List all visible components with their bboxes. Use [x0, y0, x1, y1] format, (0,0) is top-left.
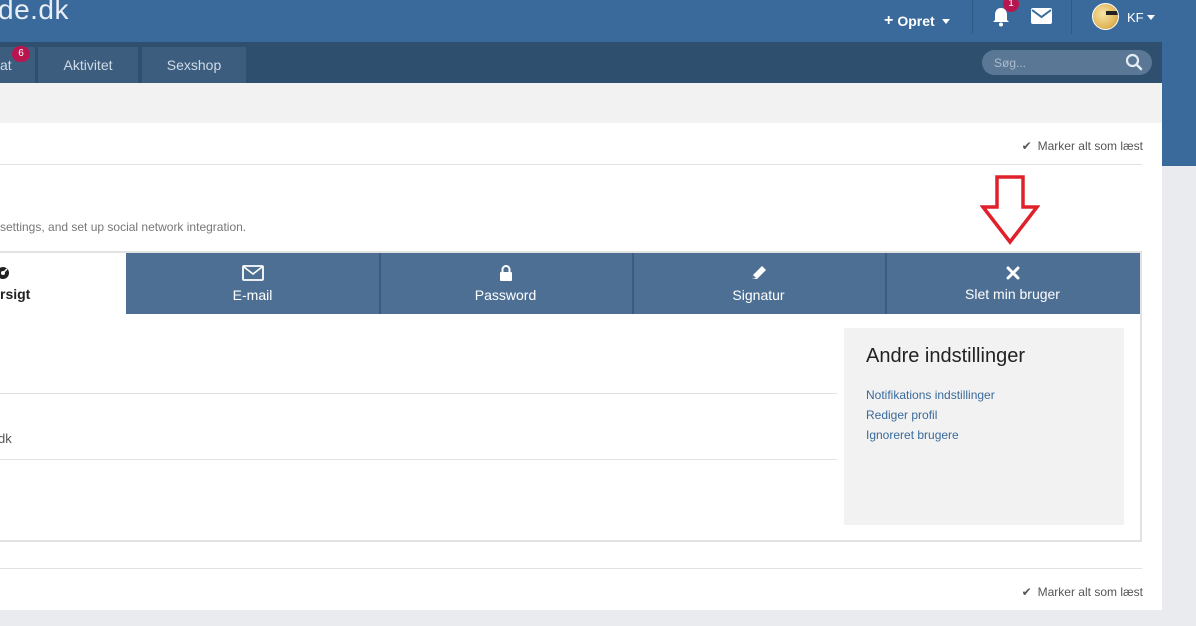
tab-label: Slet min bruger [965, 285, 1060, 302]
check-icon: ✔ [1021, 585, 1032, 599]
mark-all-read-link[interactable]: ✔ Marker alt som læst [1022, 585, 1143, 599]
chevron-down-icon [1146, 14, 1155, 20]
close-icon [1006, 266, 1019, 279]
page-description: settings, and set up social network inte… [0, 220, 247, 234]
tab-signatur[interactable]: Signatur [632, 253, 885, 314]
divider [0, 459, 837, 460]
other-settings-title: Andre indstillinger [866, 345, 1025, 367]
tab-label: Signatur [732, 286, 785, 303]
divider [0, 393, 837, 394]
ignored-users-link[interactable]: Ignoreret brugere [866, 428, 959, 442]
mark-all-read-label: Marker alt som læst [1037, 139, 1143, 153]
edit-profile-link[interactable]: Rediger profil [866, 408, 937, 422]
top-header: de.dk + Opret 1 KF [0, 0, 1196, 42]
arrow-down-icon [980, 175, 1040, 245]
create-menu-button[interactable]: + Opret [884, 0, 950, 42]
divider [379, 253, 381, 314]
user-menu-button[interactable]: KF [1127, 0, 1155, 34]
mark-all-read-label: Marker alt som læst [1037, 585, 1143, 599]
notification-badge: 1 [1003, 0, 1019, 12]
search-input[interactable] [994, 54, 1124, 71]
divider [632, 253, 634, 314]
chevron-down-icon [941, 18, 950, 24]
nav-tab-label: Sexshop [166, 57, 222, 73]
nav-badge: 6 [12, 46, 30, 62]
header-strip [1162, 42, 1196, 166]
nav-tab-sexshop[interactable]: Sexshop [142, 47, 246, 83]
nav-tab-label: at [0, 57, 12, 73]
current-email-value: dk [0, 431, 12, 446]
dashboard-icon [0, 266, 9, 279]
tab-label: rsigt [0, 285, 31, 302]
tab-slet-min-bruger[interactable]: Slet min bruger [885, 253, 1140, 314]
divider [972, 0, 973, 34]
envelope-icon [241, 264, 264, 281]
divider [0, 164, 1142, 165]
pencil-icon [751, 265, 766, 279]
tab-password[interactable]: Password [379, 253, 632, 314]
search-box [982, 50, 1152, 75]
site-logo[interactable]: de.dk [0, 0, 69, 26]
nav-tab-aktivitet[interactable]: Aktivitet [38, 47, 138, 83]
create-label: Opret [897, 13, 935, 29]
breadcrumb-band [0, 83, 1162, 123]
plus-icon: + [884, 12, 894, 29]
tab-email[interactable]: E-mail [126, 253, 379, 314]
avatar[interactable] [1092, 3, 1119, 30]
notification-settings-link[interactable]: Notifikations indstillinger [866, 388, 995, 402]
divider [1071, 0, 1072, 34]
search-icon[interactable] [1125, 53, 1143, 71]
user-initials: KF [1127, 9, 1144, 25]
check-icon: ✔ [1021, 139, 1032, 153]
tab-oversigt[interactable]: rsigt [0, 253, 126, 314]
tab-label: E-mail [232, 286, 273, 303]
mark-all-read-link[interactable]: ✔ Marker alt som læst [1022, 139, 1143, 153]
divider [885, 253, 887, 314]
lock-icon [499, 264, 512, 281]
divider [0, 568, 1142, 569]
tab-label: Password [474, 286, 537, 303]
other-settings-panel: Andre indstillinger Notifikations indsti… [844, 328, 1124, 525]
envelope-icon[interactable] [1031, 8, 1052, 24]
nav-tab-label: Aktivitet [63, 57, 113, 73]
